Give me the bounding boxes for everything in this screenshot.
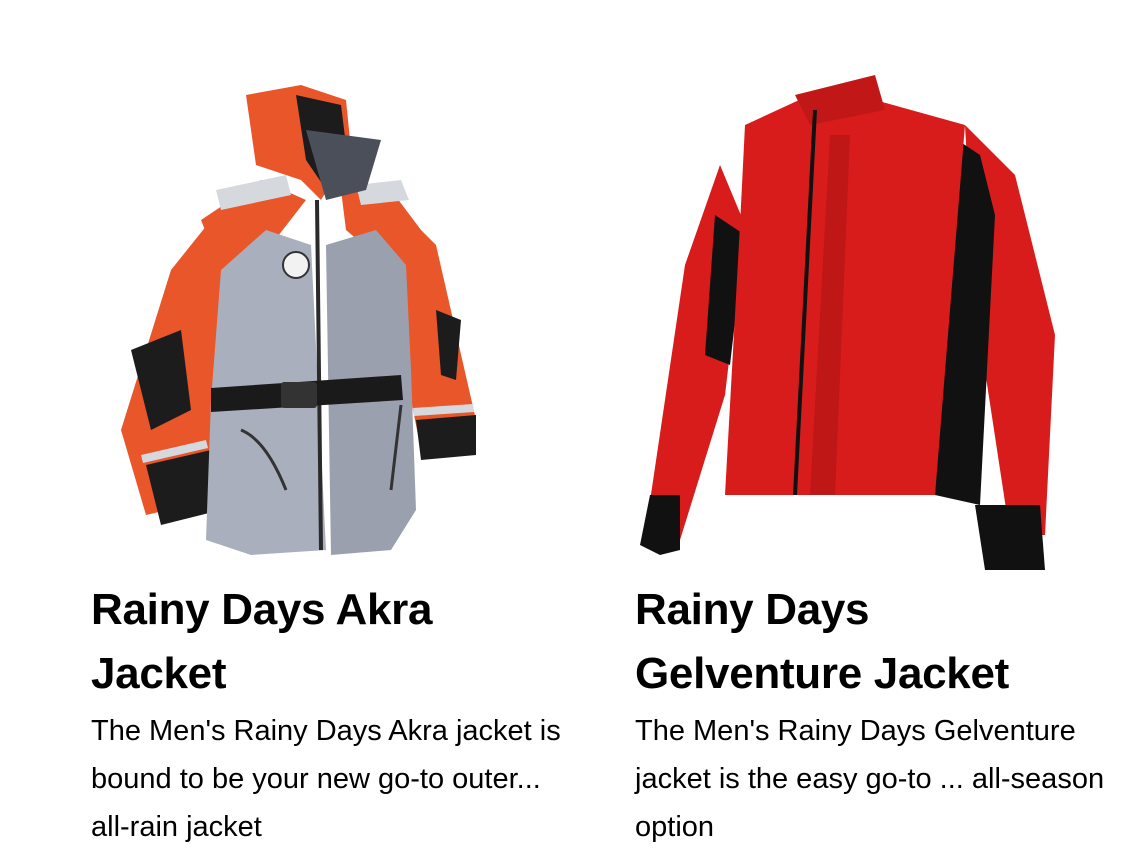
product-image-gelventure-jacket[interactable]	[635, 65, 1105, 575]
product-title[interactable]: Rainy Days Gelventure Jacket	[635, 578, 1105, 706]
orange-grey-rain-jacket-icon	[121, 85, 476, 555]
red-black-softshell-jacket-icon	[640, 75, 1055, 570]
product-card-akra[interactable]: Rainy Days Akra Jacket The Men's Rainy D…	[91, 0, 561, 843]
product-image-akra-jacket[interactable]	[91, 70, 561, 580]
product-title[interactable]: Rainy Days Akra Jacket	[91, 578, 561, 706]
product-description: The Men's Rainy Days Akra jacket is boun…	[91, 715, 561, 843]
product-list: Rainy Days Akra Jacket The Men's Rainy D…	[0, 0, 1148, 843]
product-description: The Men's Rainy Days Gelventure jacket i…	[635, 715, 1105, 843]
product-card-gelventure[interactable]: Rainy Days Gelventure Jacket The Men's R…	[635, 0, 1105, 843]
